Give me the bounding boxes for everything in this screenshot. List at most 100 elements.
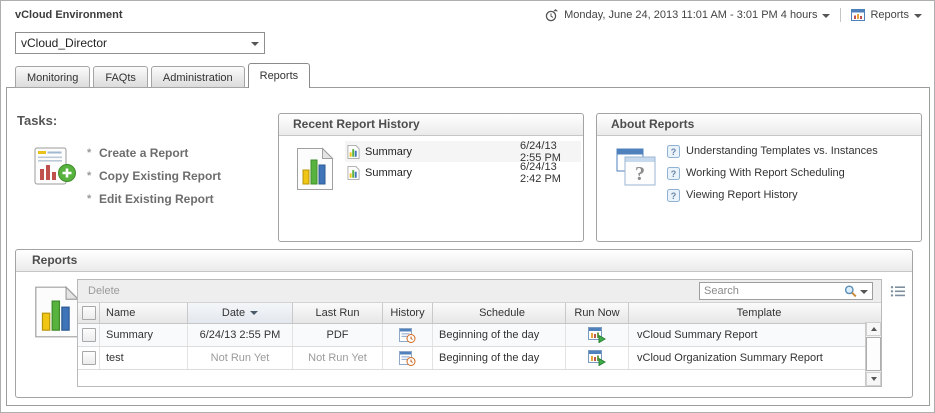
column-header-label: Run Now — [574, 307, 619, 319]
run-now-icon[interactable] — [566, 324, 629, 346]
help-link-report-scheduling[interactable]: ? Working With Report Scheduling — [667, 162, 917, 184]
reports-menu-label: Reports — [870, 9, 909, 21]
timerange-label: Monday, June 24, 2013 11:01 AM - 3:01 PM… — [564, 9, 817, 21]
table-row[interactable]: Summary 6/24/13 2:55 PM PDF Beginning of… — [78, 324, 881, 347]
search-controls[interactable] — [844, 285, 872, 298]
topbar-divider — [840, 8, 841, 22]
cell-name: test — [100, 347, 188, 369]
arrow-down-icon — [871, 377, 877, 381]
cell-date: Not Run Yet — [188, 347, 293, 369]
help-page-icon: ? — [667, 145, 680, 158]
create-report-icon — [34, 147, 78, 187]
topbar-right: Monday, June 24, 2013 11:01 AM - 3:01 PM… — [545, 8, 922, 22]
customizer-icon[interactable] — [890, 285, 906, 298]
table-row[interactable]: test Not Run Yet Not Run Yet Beginning o… — [78, 347, 881, 370]
task-bullet: * — [87, 147, 99, 159]
svg-text:?: ? — [671, 146, 677, 156]
cell-date: 6/24/13 2:55 PM — [188, 324, 293, 346]
report-document-icon — [347, 166, 360, 180]
report-document-icon — [296, 147, 334, 191]
tab-reports[interactable]: Reports — [248, 63, 311, 88]
sort-descending-icon — [250, 311, 258, 315]
delete-button[interactable]: Delete — [78, 285, 120, 297]
history-icon[interactable] — [383, 347, 433, 369]
about-links-list: ? Understanding Templates vs. Instances … — [667, 140, 917, 206]
search-box[interactable] — [699, 282, 873, 300]
search-icon — [844, 285, 857, 298]
help-link-label: Viewing Report History — [686, 189, 798, 201]
reports-panel: Reports Delete — [15, 249, 913, 398]
task-copy-existing-report[interactable]: * Copy Existing Report — [87, 164, 221, 187]
column-header-label: Date — [222, 307, 245, 319]
cell-name: Summary — [100, 324, 188, 346]
task-bullet: * — [87, 170, 99, 182]
row-select-cell — [78, 324, 100, 346]
about-reports-icon: ? — [616, 148, 658, 188]
column-header-template[interactable]: Template — [629, 303, 881, 323]
column-header-label: History — [390, 307, 424, 319]
tab-administration[interactable]: Administration — [151, 66, 245, 88]
run-now-icon[interactable] — [566, 347, 629, 369]
row-checkbox[interactable] — [82, 328, 96, 342]
column-header-label: Template — [737, 307, 782, 319]
column-header-label: Name — [106, 307, 135, 319]
vertical-scrollbar[interactable] — [865, 322, 881, 386]
cell-template: vCloud Organization Summary Report — [629, 347, 881, 369]
task-label: Copy Existing Report — [99, 169, 221, 183]
recent-report-history-panel: Recent Report History Summary 6/24/13 2:… — [278, 113, 584, 242]
scroll-up-button[interactable] — [866, 322, 881, 336]
column-header-date[interactable]: Date — [188, 303, 293, 323]
reports-table: Delete Nam — [77, 279, 882, 387]
recent-report-link[interactable]: Summary — [365, 167, 412, 179]
column-header-history[interactable]: History — [383, 303, 433, 323]
scrollbar-thumb[interactable] — [866, 337, 881, 371]
environment-dropdown[interactable]: vCloud_Director — [15, 32, 265, 54]
reports-menu[interactable]: Reports — [851, 9, 922, 21]
cell-schedule: Beginning of the day — [433, 347, 566, 369]
reports-table-toolbar: Delete — [78, 280, 881, 303]
tab-faqts[interactable]: FAQts — [93, 66, 148, 88]
task-create-report[interactable]: * Create a Report — [87, 141, 221, 164]
recent-report-link[interactable]: Summary — [365, 146, 412, 158]
column-header-label: Schedule — [479, 307, 525, 319]
help-link-label: Understanding Templates vs. Instances — [686, 145, 878, 157]
help-page-icon: ? — [667, 189, 680, 202]
task-list: * Create a Report * Copy Existing Report… — [87, 141, 221, 210]
tab-monitoring[interactable]: Monitoring — [15, 66, 90, 88]
tasks-heading: Tasks: — [17, 113, 57, 128]
column-header-name[interactable]: Name — [100, 303, 188, 323]
task-bullet: * — [87, 193, 99, 205]
reports-panel-title: Reports — [16, 250, 912, 272]
vcloud-environment-page: vCloud Environment Monday, June 24, 2013… — [0, 0, 935, 413]
task-label: Create a Report — [99, 146, 188, 160]
timerange-icon — [545, 9, 559, 22]
svg-text:?: ? — [671, 190, 677, 200]
chevron-down-icon — [822, 14, 830, 18]
column-header-run-now[interactable]: Run Now — [566, 303, 629, 323]
column-header-schedule[interactable]: Schedule — [433, 303, 566, 323]
select-all-checkbox[interactable] — [82, 306, 96, 320]
reports-document-icon — [34, 284, 80, 340]
reports-table-header: Name Date Last Run History Schedule Run … — [78, 303, 881, 324]
scroll-down-button[interactable] — [866, 372, 881, 386]
timerange-selector[interactable]: Monday, June 24, 2013 11:01 AM - 3:01 PM… — [545, 9, 830, 22]
history-icon[interactable] — [383, 324, 433, 346]
task-edit-existing-report[interactable]: * Edit Existing Report — [87, 187, 221, 210]
arrow-up-icon — [871, 327, 877, 331]
select-all-cell — [78, 303, 100, 323]
search-options-caret-icon — [860, 290, 868, 294]
search-input[interactable] — [700, 285, 844, 297]
row-checkbox[interactable] — [82, 351, 96, 365]
environment-dropdown-value: vCloud_Director — [16, 36, 246, 50]
row-select-cell — [78, 347, 100, 369]
recent-entry-row: Summary 6/24/13 2:55 PM — [345, 141, 581, 162]
column-header-last-run[interactable]: Last Run — [293, 303, 383, 323]
help-link-templates-vs-instances[interactable]: ? Understanding Templates vs. Instances — [667, 140, 917, 162]
dropdown-arrow-icon — [246, 41, 264, 46]
help-link-report-history[interactable]: ? Viewing Report History — [667, 184, 917, 206]
page-title: vCloud Environment — [15, 9, 123, 21]
cell-last-run: PDF — [293, 324, 383, 346]
help-page-icon: ? — [667, 167, 680, 180]
about-reports-title: About Reports — [597, 114, 921, 136]
column-header-label: Last Run — [315, 307, 359, 319]
